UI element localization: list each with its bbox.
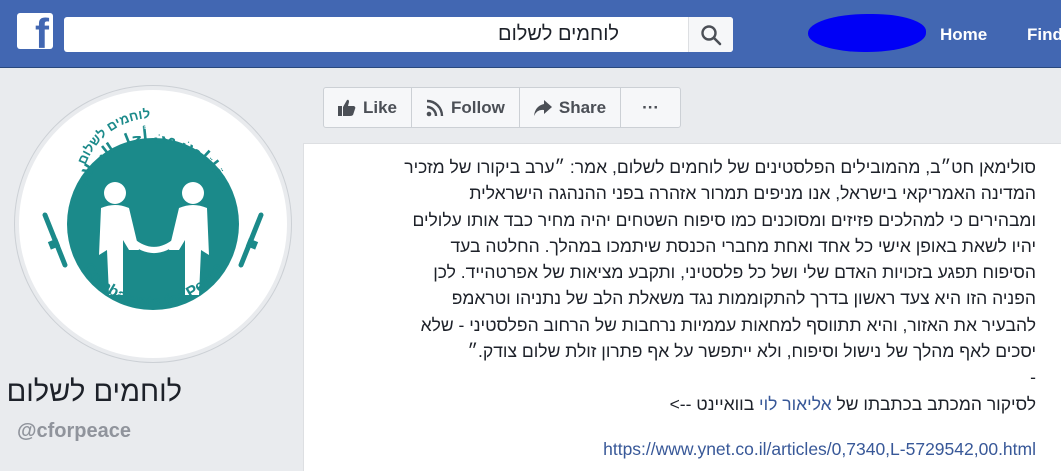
rss-follow-icon <box>426 99 444 116</box>
credit-suffix: בוואיינט --> <box>669 393 760 414</box>
share-arrow-icon <box>533 99 552 116</box>
like-button[interactable]: Like <box>324 88 413 127</box>
post-line: הסיפוח תפגע בזכויות האדם שלי ושל כל פלסט… <box>433 262 1036 283</box>
post-line: הפניה הזו היא צעד ראשון בדרך להתקוממות נ… <box>451 288 1036 309</box>
follow-button[interactable]: Follow <box>412 88 520 127</box>
facebook-logo-icon[interactable]: f <box>17 13 53 49</box>
post-body: סולימאן חט״ב, מהמובילים הפלסטינים של לוח… <box>336 154 1036 417</box>
search-button[interactable] <box>688 17 733 52</box>
post-credit-line: לסיקור המכתב בכתבתו של אליאור לוי בוואיי… <box>336 391 1036 417</box>
follow-label: Follow <box>451 97 505 117</box>
nav-home-link[interactable]: Home <box>940 25 987 45</box>
main-content: Like Follow Share ··· סולימאן חט״ב, מהמו… <box>303 68 1061 471</box>
post-line: להבעיר את האזור, והיא תתווסף למחאות עממי… <box>420 314 1036 335</box>
page-action-bar: Like Follow Share ··· <box>323 87 682 128</box>
page-handle[interactable]: @cforpeace <box>17 420 131 443</box>
post-line: יהיו לשאת באופן אישי כל אחד ואחת מחברי ה… <box>450 235 1036 256</box>
post-line: - <box>1030 367 1036 388</box>
post-line: יסכים לאף מהלך של נישול וסיפוח, ולא ייתפ… <box>467 341 1037 362</box>
like-label: Like <box>363 97 398 117</box>
more-dots-icon: ··· <box>642 97 660 117</box>
share-label: Share <box>558 97 607 117</box>
search-box <box>64 17 733 52</box>
combatants-for-peace-logo: مقاتلون من أجل السلام לוחמים לשלום Comba… <box>42 106 264 311</box>
share-button[interactable]: Share <box>520 88 622 127</box>
search-icon <box>701 24 722 45</box>
author-link[interactable]: אליאור לוי <box>759 394 832 414</box>
search-input[interactable] <box>64 17 689 52</box>
more-options-button[interactable]: ··· <box>621 88 680 127</box>
nav-find-link[interactable]: Find <box>1027 25 1061 45</box>
post-line: ומבהירים כי למהלכים פזיזים ומסוכנים כמו … <box>412 209 1036 230</box>
credit-prefix: לסיקור המכתב בכתבתו של <box>831 393 1036 414</box>
post-line: המדינה האמריקאי בישראל, אנו מניפים תמרור… <box>469 183 1036 204</box>
profile-picture[interactable]: مقاتلون من أجل السلام לוחמים לשלום Comba… <box>15 86 291 362</box>
facebook-logo-letter: f <box>35 13 49 49</box>
redacted-user-avatar <box>808 14 926 52</box>
page-sidebar: مقاتلون من أجل السلام לוחמים לשלום Comba… <box>0 68 303 471</box>
post-line: סולימאן חט״ב, מהמובילים הפלסטינים של לוח… <box>404 157 1036 177</box>
top-navigation-bar: f Home Find <box>0 0 1061 68</box>
page-title: לוחמים לשלום <box>6 376 182 408</box>
post-card: סולימאן חט״ב, מהמובילים הפלסטינים של לוח… <box>303 143 1061 471</box>
thumbs-up-icon <box>338 99 356 116</box>
article-link[interactable]: https://www.ynet.co.il/articles/0,7340,L… <box>603 439 1036 460</box>
